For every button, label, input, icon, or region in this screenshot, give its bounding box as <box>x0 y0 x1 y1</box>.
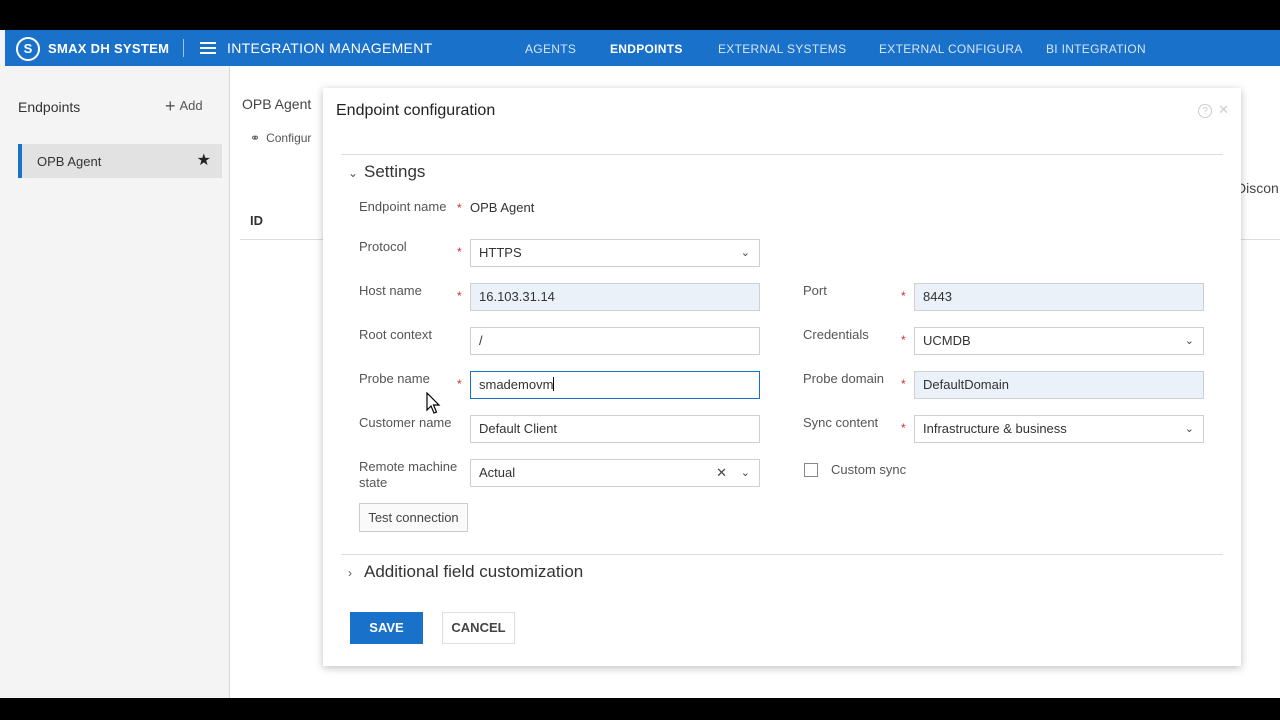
probe-domain-input[interactable]: DefaultDomain <box>914 371 1204 399</box>
protocol-select[interactable]: HTTPS ⌄ <box>470 239 760 267</box>
endpoint-configuration-dialog: Endpoint configuration ? ✕ ⌄ Settings Endp… <box>323 88 1241 666</box>
column-header-id: ID <box>250 213 263 228</box>
chevron-down-icon: ⌄ <box>1184 423 1194 435</box>
chevron-down-icon: ⌄ <box>740 467 750 479</box>
host-name-input[interactable]: 16.103.31.14 <box>470 283 760 311</box>
plus-icon: + <box>165 96 176 116</box>
close-icon[interactable]: ✕ <box>1218 102 1229 117</box>
additional-field-customization-header[interactable]: › Additional field customization <box>348 562 583 582</box>
custom-sync-checkbox[interactable] <box>804 463 818 477</box>
link-icon: ⚭ <box>250 131 261 145</box>
required-marker: * <box>901 421 906 435</box>
remote-machine-state-select[interactable]: Actual ✕ ⌄ <box>470 459 760 487</box>
customer-name-label: Customer name <box>359 415 452 430</box>
chevron-down-icon: ⌄ <box>1184 335 1194 347</box>
remote-machine-state-value: Actual <box>479 465 516 480</box>
credentials-value: UCMDB <box>923 333 971 348</box>
clear-icon[interactable]: ✕ <box>716 460 727 486</box>
required-marker: * <box>457 289 462 303</box>
nav-bi-integration[interactable]: BI INTEGRATION <box>1046 42 1146 56</box>
endpoint-name-label: Endpoint name <box>359 199 447 214</box>
root-context-input[interactable]: / <box>470 327 760 355</box>
brand-name: SMAX DH SYSTEM <box>48 41 170 56</box>
probe-name-label: Probe name <box>359 371 430 386</box>
remote-machine-state-label-line2: state <box>359 475 388 490</box>
nav-agents[interactable]: AGENTS <box>525 42 576 56</box>
credentials-select[interactable]: UCMDB ⌄ <box>914 327 1204 355</box>
protocol-value: HTTPS <box>479 245 522 260</box>
remote-machine-state-label-line1: Remote machine <box>359 459 458 474</box>
required-marker: * <box>901 377 906 391</box>
required-marker: * <box>457 377 462 391</box>
remote-machine-state-label: Remote machine state <box>359 459 457 491</box>
port-label: Port <box>803 283 827 298</box>
test-connection-button[interactable]: Test connection <box>359 503 468 532</box>
sync-content-label: Sync content <box>803 415 879 430</box>
settings-divider <box>341 154 1223 155</box>
nav-external-systems[interactable]: EXTERNAL SYSTEMS <box>718 42 846 56</box>
sync-content-select[interactable]: Infrastructure & business ⌄ <box>914 415 1204 443</box>
required-marker: * <box>457 201 462 215</box>
dialog-title-icons: ? ✕ <box>1198 102 1229 118</box>
chevron-down-icon: ⌄ <box>348 166 359 180</box>
configure-tab[interactable]: ⚭ Configur <box>250 131 311 145</box>
help-icon[interactable]: ? <box>1198 104 1213 118</box>
probe-name-input[interactable]: smademovm <box>470 371 760 399</box>
additional-divider <box>341 554 1223 555</box>
additional-section-title: Additional field customization <box>364 562 584 581</box>
table-header-divider <box>240 239 330 240</box>
sidebar-item-opb-agent[interactable]: OPB Agent ★ <box>18 144 222 178</box>
app-title: INTEGRATION MANAGEMENT <box>227 40 433 56</box>
table-header-divider-right <box>1240 239 1280 240</box>
sync-content-value: Infrastructure & business <box>923 421 1067 436</box>
custom-sync-label: Custom sync <box>831 462 907 477</box>
required-marker: * <box>901 289 906 303</box>
top-bar: S SMAX DH SYSTEM INTEGRATION MANAGEMENT … <box>5 30 1280 66</box>
settings-section-header[interactable]: ⌄ Settings <box>348 162 425 182</box>
disconnect-label: Discon <box>1236 180 1279 196</box>
sidebar-title: Endpoints <box>18 99 81 115</box>
configure-tab-label: Configur <box>266 131 312 145</box>
save-button[interactable]: SAVE <box>350 612 423 644</box>
endpoints-sidebar: Endpoints + Add OPB Agent ★ <box>5 66 230 698</box>
dialog-title: Endpoint configuration <box>336 102 496 119</box>
probe-name-value: smademovm <box>479 377 554 392</box>
cancel-button[interactable]: CANCEL <box>442 612 515 644</box>
protocol-label: Protocol <box>359 239 407 254</box>
logo-icon: S <box>16 37 40 61</box>
nav-endpoints[interactable]: ENDPOINTS <box>610 42 683 56</box>
probe-domain-label: Probe domain <box>803 371 884 386</box>
add-endpoint-button[interactable]: + Add <box>165 96 203 117</box>
required-marker: * <box>901 333 906 347</box>
required-marker: * <box>457 245 462 259</box>
nav-external-configuration[interactable]: EXTERNAL CONFIGURA <box>879 42 1023 56</box>
sidebar-item-label: OPB Agent <box>37 154 102 169</box>
text-caret <box>553 377 555 391</box>
credentials-label: Credentials <box>803 327 869 342</box>
star-icon[interactable]: ★ <box>197 150 211 170</box>
endpoint-name-value: OPB Agent <box>470 200 535 215</box>
brand-separator <box>183 39 184 57</box>
screen: S SMAX DH SYSTEM INTEGRATION MANAGEMENT … <box>0 30 1280 698</box>
chevron-down-icon: ⌄ <box>740 247 750 259</box>
hamburger-menu-icon[interactable] <box>200 42 216 54</box>
customer-name-input[interactable]: Default Client <box>470 415 760 443</box>
endpoint-title: OPB Agent <box>242 96 312 112</box>
chevron-right-icon: › <box>348 566 352 580</box>
port-input[interactable]: 8443 <box>914 283 1204 311</box>
settings-section-title: Settings <box>364 162 426 181</box>
host-name-label: Host name <box>359 283 422 298</box>
mouse-cursor-icon <box>426 392 441 414</box>
add-label: Add <box>179 98 203 113</box>
root-context-label: Root context <box>359 327 432 342</box>
